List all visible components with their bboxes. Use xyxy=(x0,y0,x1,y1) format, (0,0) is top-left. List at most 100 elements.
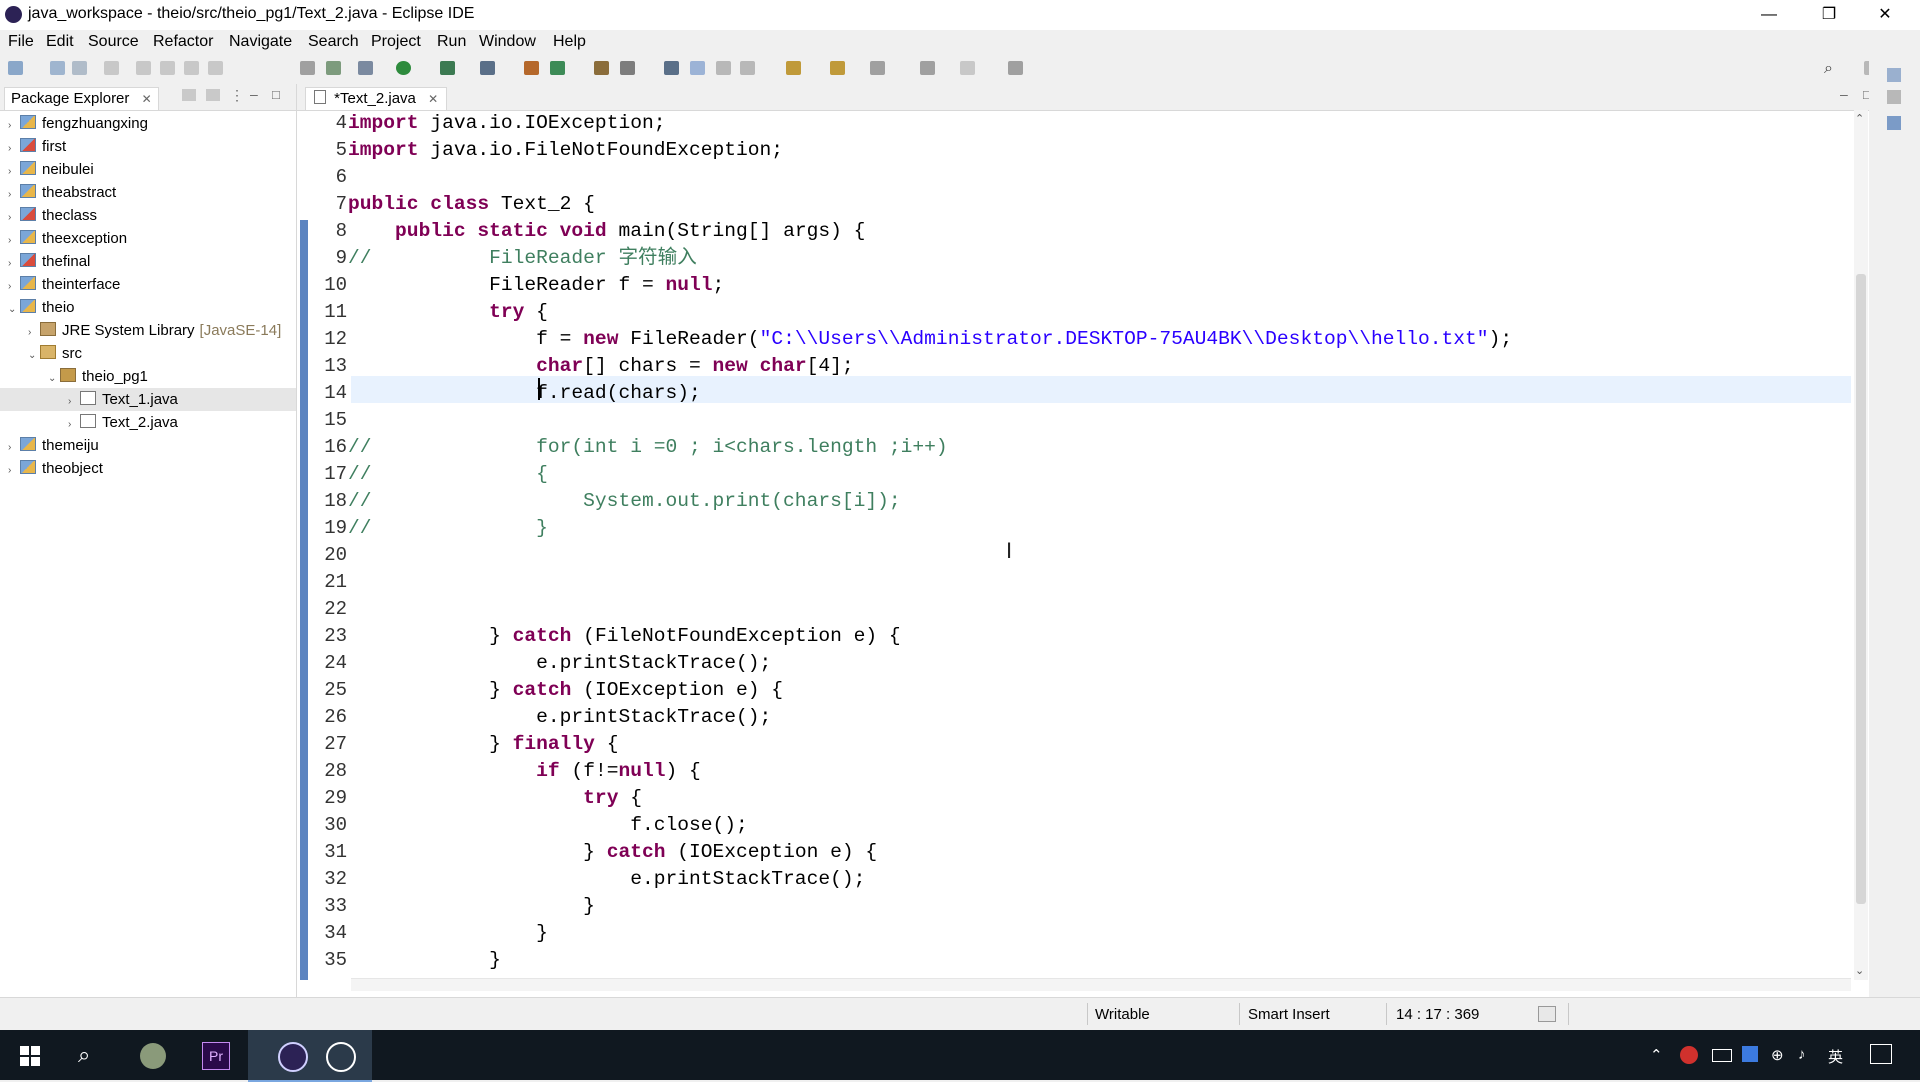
tree-item[interactable]: ⌄ src xyxy=(0,342,296,365)
task-list-icon[interactable] xyxy=(1887,90,1901,104)
build-icon[interactable] xyxy=(326,61,341,75)
collapsed-arrow-icon[interactable]: › xyxy=(8,183,20,206)
code-line[interactable]: // for(int i =0 ; i<chars.length ;i++) xyxy=(348,434,948,461)
menu-navigate[interactable]: Navigate xyxy=(229,33,292,51)
code-line[interactable]: public class Text_2 { xyxy=(348,191,595,218)
code-line[interactable]: } finally { xyxy=(348,731,618,758)
app-tray-icon[interactable] xyxy=(1742,1046,1758,1062)
toggle-highlight-icon[interactable] xyxy=(690,61,705,75)
tree-item[interactable]: › theabstract xyxy=(0,181,296,204)
tree-item[interactable]: › theobject xyxy=(0,457,296,480)
outline-icon[interactable] xyxy=(1887,68,1901,82)
menu-source[interactable]: Source xyxy=(88,33,139,51)
code-line[interactable]: FileReader f = null; xyxy=(348,272,724,299)
premiere-icon[interactable]: Pr xyxy=(202,1042,230,1070)
menu-file[interactable]: File xyxy=(8,33,34,51)
tree-item[interactable]: ⌄ theio_pg1 xyxy=(0,365,296,388)
menu-refactor[interactable]: Refactor xyxy=(153,33,213,51)
word-wrap-icon[interactable] xyxy=(740,61,755,75)
maximize-button[interactable]: ❐ xyxy=(1806,0,1852,30)
open-type-icon[interactable] xyxy=(594,61,609,75)
toggle-mark-icon[interactable] xyxy=(664,61,679,75)
app-icon-firefox-like[interactable] xyxy=(140,1043,166,1069)
code-line[interactable]: if (f!=null) { xyxy=(348,758,701,785)
code-line[interactable]: public static void main(String[] args) { xyxy=(348,218,865,245)
collapsed-arrow-icon[interactable]: › xyxy=(8,229,20,252)
search-icon[interactable]: ⌕ xyxy=(78,1042,90,1068)
tree-item[interactable]: › theclass xyxy=(0,204,296,227)
collapsed-arrow-icon[interactable]: › xyxy=(8,160,20,183)
collapsed-arrow-icon[interactable]: › xyxy=(8,275,20,298)
close-icon[interactable]: ✕ xyxy=(142,92,152,106)
code-line[interactable]: } xyxy=(348,920,548,947)
search-tool-icon[interactable] xyxy=(620,61,635,75)
run-icon[interactable] xyxy=(396,61,411,75)
suspend-icon[interactable] xyxy=(184,61,199,75)
tree-item[interactable]: › fengzhuangxing xyxy=(0,112,296,135)
code-line[interactable]: } xyxy=(348,893,595,920)
code-line[interactable]: } catch (IOException e) { xyxy=(348,677,783,704)
collapsed-arrow-icon[interactable]: › xyxy=(28,321,40,344)
back-icon[interactable] xyxy=(920,61,935,75)
code-line[interactable]: e.printStackTrace(); xyxy=(348,866,865,893)
menu-run[interactable]: Run xyxy=(437,33,466,51)
minimize-button[interactable]: — xyxy=(1746,0,1792,30)
menu-edit[interactable]: Edit xyxy=(46,33,74,51)
expanded-arrow-icon[interactable]: ⌄ xyxy=(8,298,20,321)
block-selection-icon[interactable] xyxy=(716,61,731,75)
expanded-arrow-icon[interactable]: ⌄ xyxy=(48,367,60,390)
code-line[interactable]: f.read(chars); xyxy=(348,380,701,407)
link-with-editor-icon[interactable] xyxy=(206,89,220,101)
tree-item[interactable]: › Text_1.java xyxy=(0,388,296,411)
search-icon[interactable]: ⌕ xyxy=(1824,60,1833,78)
print-icon[interactable] xyxy=(104,61,119,75)
tree-item[interactable]: › Text_2.java xyxy=(0,411,296,434)
tree-item[interactable]: › themeiju xyxy=(0,434,296,457)
code-line[interactable]: } catch (IOException e) { xyxy=(348,839,877,866)
menu-search[interactable]: Search xyxy=(308,33,359,51)
collapsed-arrow-icon[interactable]: › xyxy=(68,413,80,436)
notification-center-icon[interactable] xyxy=(1870,1044,1892,1064)
prev-annotation-icon[interactable] xyxy=(830,61,845,75)
tree-item[interactable]: › theexception xyxy=(0,227,296,250)
collapsed-arrow-icon[interactable]: › xyxy=(8,114,20,137)
tree-item[interactable]: › neibulei xyxy=(0,158,296,181)
menu-project[interactable]: Project xyxy=(371,33,421,51)
code-line[interactable]: // } xyxy=(348,515,548,542)
code-line[interactable]: } xyxy=(348,947,501,974)
collapsed-arrow-icon[interactable]: › xyxy=(8,436,20,459)
code-line[interactable]: char[] chars = new char[4]; xyxy=(348,353,854,380)
open-task-icon[interactable] xyxy=(300,61,315,75)
tray-chevron-icon[interactable]: ⌃ xyxy=(1650,1046,1663,1064)
maximize-view-icon[interactable]: □ xyxy=(272,87,280,102)
tree-item[interactable]: › thefinal xyxy=(0,250,296,273)
collapsed-arrow-icon[interactable]: › xyxy=(8,137,20,160)
security-tray-icon[interactable] xyxy=(1680,1046,1698,1064)
vertical-scrollbar-thumb[interactable] xyxy=(1856,274,1866,904)
minimize-view-icon[interactable]: – xyxy=(250,86,258,102)
skip-icon[interactable] xyxy=(136,61,151,75)
code-line[interactable]: e.printStackTrace(); xyxy=(348,650,771,677)
network-globe-icon[interactable]: ⊕ xyxy=(1771,1046,1784,1064)
forward-icon[interactable] xyxy=(960,61,975,75)
collapsed-arrow-icon[interactable]: › xyxy=(8,252,20,275)
code-line[interactable]: // { xyxy=(348,461,548,488)
code-line[interactable]: f.close(); xyxy=(348,812,748,839)
code-line[interactable]: } catch (FileNotFoundException e) { xyxy=(348,623,901,650)
save-all-icon[interactable] xyxy=(72,61,87,75)
code-line[interactable]: // System.out.print(chars[i]); xyxy=(348,488,901,515)
status-insert-mode[interactable]: Smart Insert xyxy=(1248,1006,1330,1023)
resume-icon[interactable] xyxy=(160,61,175,75)
pin-editor-icon[interactable] xyxy=(1008,61,1023,75)
save-icon[interactable] xyxy=(50,61,65,75)
coverage-icon[interactable] xyxy=(440,61,455,75)
expanded-arrow-icon[interactable]: ⌄ xyxy=(28,344,40,367)
tree-item[interactable]: › theinterface xyxy=(0,273,296,296)
volume-icon[interactable]: ♪ xyxy=(1798,1046,1806,1063)
minimize-editor-icon[interactable]: – xyxy=(1840,86,1848,102)
code-line[interactable]: import java.io.FileNotFoundException; xyxy=(348,137,783,164)
new-package-icon[interactable] xyxy=(550,61,565,75)
last-edit-icon[interactable] xyxy=(870,61,885,75)
editor-tab-text2[interactable]: *Text_2.java ✕ xyxy=(305,87,448,110)
menu-window[interactable]: Window xyxy=(479,33,536,51)
